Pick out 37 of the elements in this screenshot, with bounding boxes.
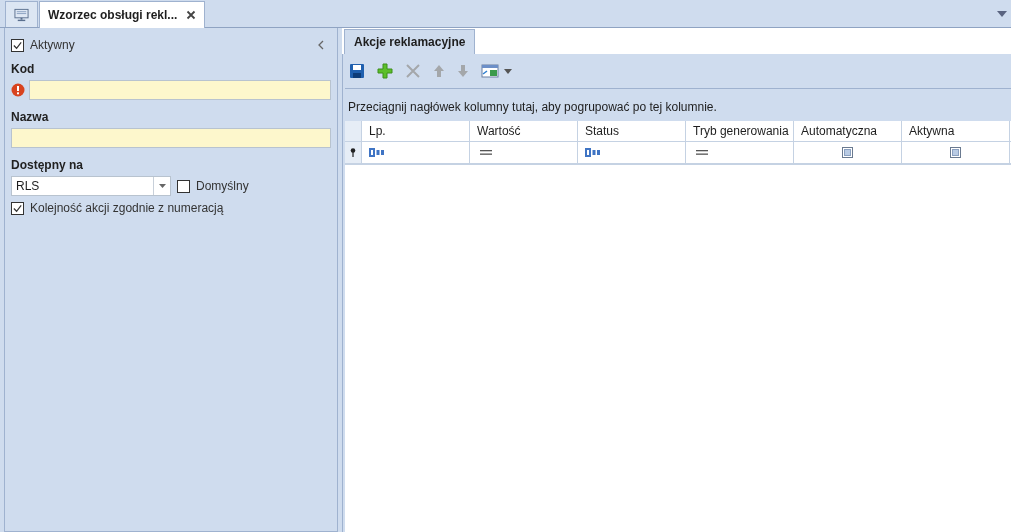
text-filter-icon xyxy=(585,148,601,157)
pin-icon xyxy=(350,148,356,157)
save-icon[interactable] xyxy=(349,63,365,79)
spreadsheet-icon[interactable] xyxy=(481,64,512,78)
column-header[interactable]: Lp. xyxy=(362,121,470,141)
checkbox[interactable] xyxy=(177,179,190,193)
text-filter-icon xyxy=(369,148,385,157)
checkbox[interactable] xyxy=(11,201,24,215)
panel-tab[interactable]: Akcje reklamacyjne xyxy=(344,29,476,54)
field-label: Kod xyxy=(11,62,36,76)
input-field[interactable] xyxy=(11,128,331,148)
collapse-icon[interactable] xyxy=(317,40,325,50)
field-label: Dostępny na xyxy=(11,158,84,172)
checkbox[interactable] xyxy=(11,38,24,52)
document-tab[interactable] xyxy=(5,1,38,27)
dropdown-field[interactable]: RLS xyxy=(11,176,171,196)
add-icon[interactable] xyxy=(377,63,393,79)
column-header[interactable]: Status xyxy=(578,121,686,141)
checkbox-icon xyxy=(842,147,853,158)
checkbox-icon xyxy=(950,147,961,158)
monitor-icon xyxy=(14,7,29,22)
equals-icon xyxy=(696,150,708,155)
input-field[interactable] xyxy=(29,80,331,100)
caret-icon xyxy=(158,184,166,188)
document-tab[interactable]: Wzorzec obsługi rekl... xyxy=(39,1,206,28)
column-header[interactable]: Automatyczna xyxy=(794,121,902,141)
dropdown-caret-icon[interactable] xyxy=(997,11,1007,17)
group-by-hint: Przeciągnij nagłówek kolumny tutaj, aby pogrupować po tej kolumnie. xyxy=(345,89,1011,121)
column-header[interactable]: Wartość xyxy=(470,121,578,141)
checkbox-label: Aktywny xyxy=(30,38,75,52)
field-label: Nazwa xyxy=(11,110,50,124)
checkbox-label: Kolejność akcji zgodnie z numeracją xyxy=(30,201,224,215)
checkbox-label: Domyślny xyxy=(196,179,249,193)
equals-icon xyxy=(480,150,492,155)
close-icon[interactable] xyxy=(186,10,197,20)
column-header[interactable]: Tryb generowania xyxy=(686,121,794,141)
column-header[interactable]: Aktywna xyxy=(902,121,1010,141)
